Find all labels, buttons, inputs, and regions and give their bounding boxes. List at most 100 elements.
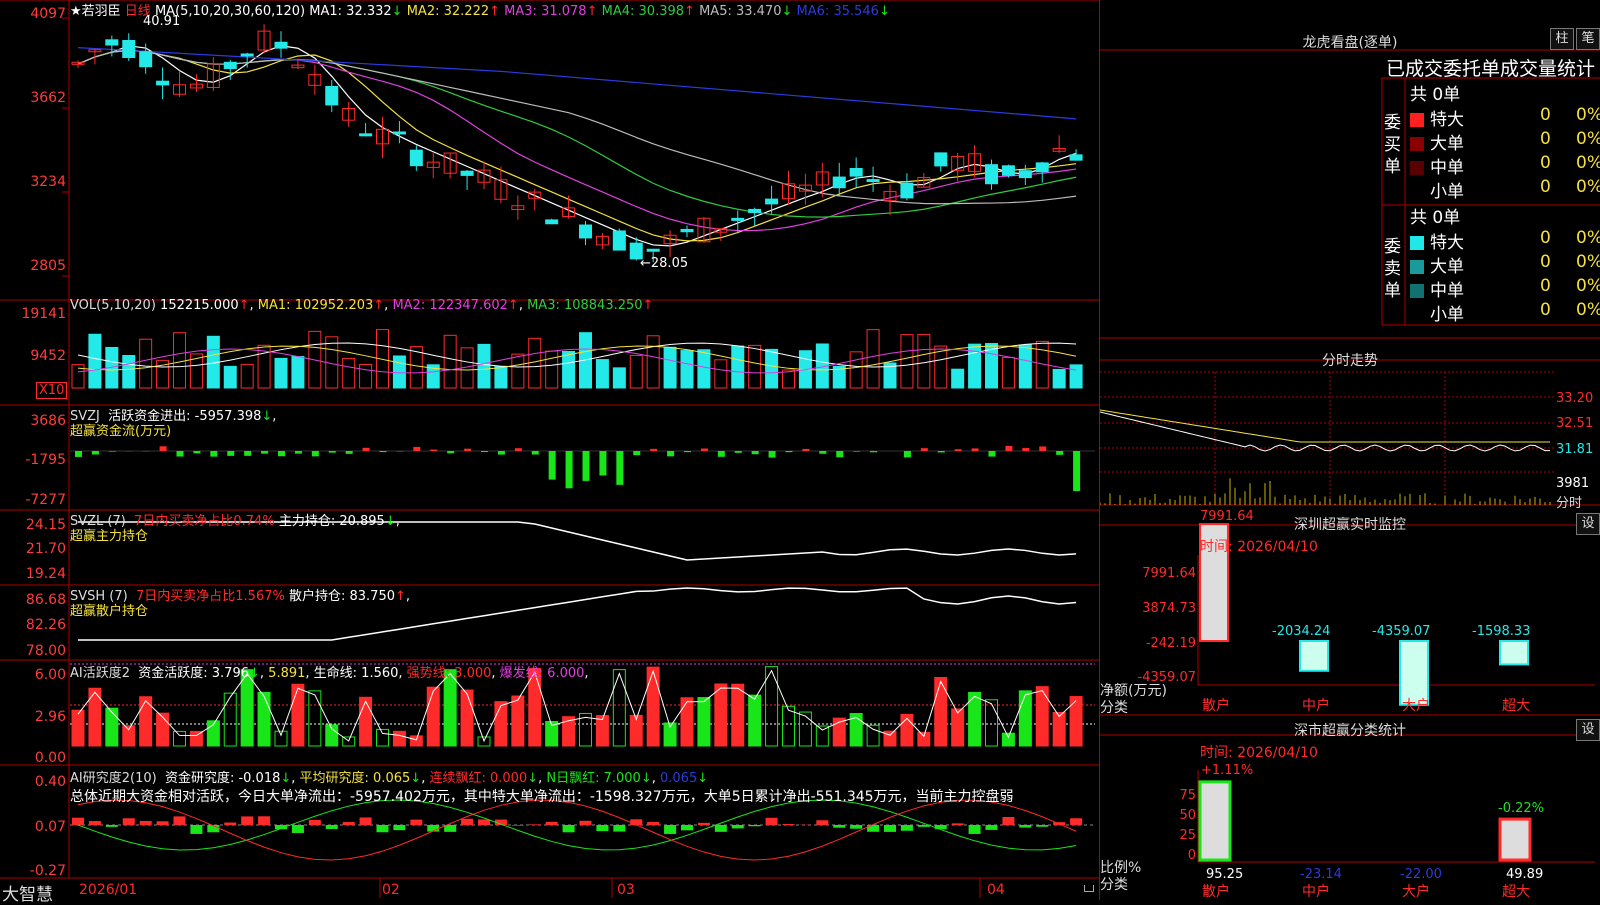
sz-class-settings-button[interactable]: 设: [1576, 719, 1600, 741]
volume-bar: [681, 351, 693, 388]
lhb-title: 龙虎看盘(逐单): [1260, 32, 1440, 52]
ma1-label: MA1: 32.332↓: [309, 4, 402, 19]
main-kline-panel[interactable]: ★若羽臣 日线 MA(5,10,20,30,60,120) MA1: 32.33…: [0, 0, 1099, 900]
intraday-y-tick: 32.51: [1556, 416, 1593, 431]
research-bar: [106, 825, 118, 827]
x-tick: 2026/01: [79, 882, 137, 898]
activity-bar: [292, 684, 304, 746]
flow-bar: [160, 446, 167, 451]
footer-logo[interactable]: 大智慧: [2, 880, 53, 905]
buy-row-xl[interactable]: 特大: [1410, 105, 1464, 130]
class-bar: [1500, 819, 1530, 860]
sz-class-y-tick: 25: [1100, 828, 1196, 843]
sell-row-l[interactable]: 大单: [1410, 252, 1464, 277]
sell-row-xl[interactable]: 特大: [1410, 228, 1464, 253]
buy-row-s[interactable]: 小单: [1410, 177, 1464, 202]
ai1-legend: AI活跃度2 资金活跃度: 3.796↓, 5.891, 生命线: 1.560,…: [70, 662, 589, 681]
flow-bar: [938, 451, 945, 452]
sz-class-y-tick: 50: [1100, 808, 1196, 823]
research-bar: [529, 824, 541, 825]
flow-bar: [921, 448, 928, 451]
flow-bar: [193, 451, 200, 453]
monitor-bar: [1500, 641, 1528, 664]
volume-bar: [495, 366, 507, 388]
y-tick: 3662: [0, 90, 66, 106]
class-value-label: 95.25: [1206, 867, 1243, 882]
monitor-bar: [1300, 641, 1328, 671]
volume-bar: [478, 344, 490, 388]
intraday-title: 分时走势: [1250, 350, 1450, 370]
activity-bar: [495, 702, 507, 746]
lock-icon[interactable]: [1084, 885, 1094, 892]
candle-body: [410, 150, 422, 166]
sz-monitor-y-tick: -4359.07: [1100, 670, 1196, 685]
volume-bar: [715, 360, 727, 388]
ma-line: [78, 50, 1076, 217]
sell-row-m[interactable]: 中单: [1410, 276, 1464, 301]
activity-line: [78, 671, 1076, 741]
flow-bar: [75, 451, 82, 457]
sell-row-s[interactable]: 小单: [1410, 300, 1464, 325]
volume-bar: [749, 345, 761, 388]
svzl-label: 超赢主力持仓: [70, 525, 148, 544]
chart-canvas[interactable]: [0, 0, 1099, 900]
volume-bar: [343, 358, 355, 388]
research-bar: [732, 825, 744, 828]
activity-bar: [427, 687, 439, 746]
flow-bar: [1056, 451, 1063, 455]
activity-bar: [157, 713, 169, 746]
svzj-label: 超赢资金流(万元): [70, 420, 171, 439]
buy-row-m[interactable]: 中单: [1410, 153, 1464, 178]
research-bar: [901, 825, 913, 831]
buy-row-l[interactable]: 大单: [1410, 129, 1464, 154]
activity-bar: [1019, 691, 1031, 746]
research-bar: [596, 825, 608, 831]
flow-bar: [853, 451, 860, 452]
volume-bar: [901, 335, 913, 388]
candle-body: [1019, 171, 1031, 178]
stock-name[interactable]: ★若羽臣: [70, 4, 121, 19]
candle-body: [647, 249, 659, 251]
intraday-unit: 分时: [1556, 492, 1582, 511]
research-bar: [72, 818, 84, 825]
flow-bar: [972, 448, 979, 451]
ma6-line: [78, 48, 1076, 119]
intraday-y-tick: 31.81: [1556, 442, 1593, 457]
activity-bar: [732, 684, 744, 746]
ma3-label: MA3: 31.078↑: [504, 4, 597, 19]
flow-bar: [583, 451, 590, 481]
volume-bar: [1019, 345, 1031, 388]
sz-monitor-settings-button[interactable]: 设: [1576, 513, 1600, 535]
flow-bar: [464, 449, 471, 451]
stat-header: 已成交委托单成交量统计: [1386, 54, 1595, 81]
volume-bar: [140, 339, 152, 388]
activity-bar: [512, 696, 524, 746]
candle-body: [360, 134, 372, 136]
research-bar: [884, 825, 896, 832]
volume-ma-line: [78, 343, 1076, 367]
candle-body: [681, 229, 693, 231]
class-value-label: -23.14: [1300, 867, 1342, 882]
research-bar: [377, 825, 389, 832]
candle-body: [580, 225, 592, 238]
bar-mode-button[interactable]: 柱: [1550, 28, 1574, 50]
monitor-value-label: -1598.33: [1472, 624, 1530, 639]
flow-bar: [329, 451, 336, 453]
activity-bar: [1053, 712, 1065, 746]
y-tick: 0.40: [0, 774, 66, 790]
activity-bar: [901, 714, 913, 746]
ai2-summary: 总体近期大资金相对活跃，今日大单净流出：-5957.402万元，其中特大单净流出…: [70, 786, 1014, 806]
class-category-label: 中户: [1302, 883, 1330, 900]
buy-count: 0: [1540, 105, 1551, 125]
flow-bar: [295, 451, 302, 454]
color-swatch: [1410, 308, 1424, 322]
research-bar: [952, 823, 964, 825]
volume-bar: [546, 351, 558, 388]
color-swatch: [1410, 161, 1424, 175]
vol-unit-badge[interactable]: X10: [36, 382, 67, 399]
sz-class-top-label: +1.11%: [1201, 763, 1253, 778]
research-bar: [512, 825, 524, 826]
tick-mode-button[interactable]: 笔: [1576, 28, 1600, 50]
candle-body: [749, 209, 761, 212]
activity-bar: [698, 698, 710, 746]
